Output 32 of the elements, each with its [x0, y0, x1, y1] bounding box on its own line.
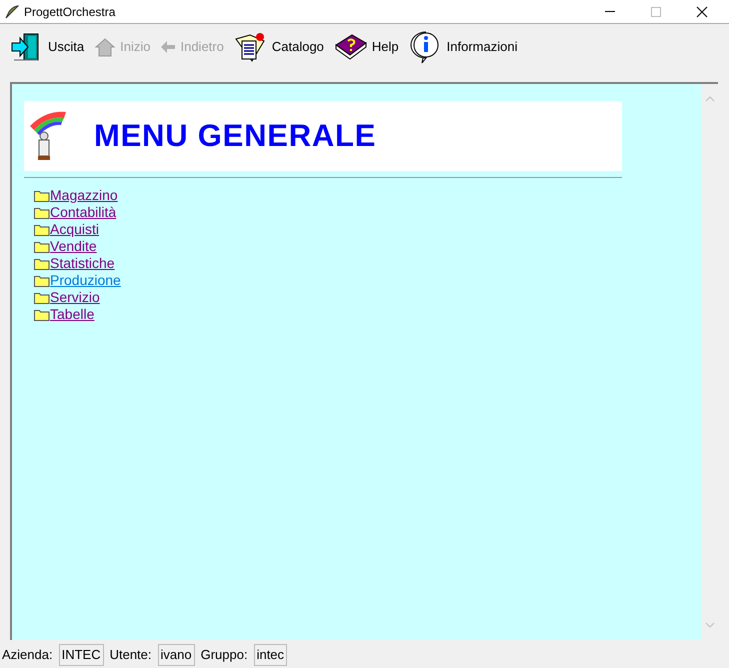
- folder-icon: [34, 274, 50, 286]
- feather-icon: [4, 4, 20, 20]
- folder-icon: [34, 190, 50, 202]
- left-arrow-icon: [160, 40, 176, 54]
- menu-link[interactable]: Statistiche: [50, 255, 115, 272]
- status-value: ivano: [158, 644, 195, 666]
- folder-icon: [34, 240, 50, 252]
- status-label: Utente:: [110, 646, 152, 664]
- menu-link[interactable]: Magazzino: [50, 187, 118, 204]
- folder-icon: [34, 258, 50, 270]
- page-heading: MENU GENERALE: [94, 116, 376, 155]
- status-value: INTEC: [58, 644, 104, 666]
- status-value: intec: [254, 644, 288, 666]
- window-title: ProgettOrchestra: [24, 4, 116, 20]
- menu-link[interactable]: Produzione: [50, 272, 121, 289]
- folder-icon: [34, 206, 50, 218]
- toolbar-button[interactable]: Uscita: [8, 27, 86, 67]
- menu-link[interactable]: Vendite: [50, 238, 97, 255]
- menu-link[interactable]: Tabelle: [50, 306, 94, 323]
- menu-link[interactable]: Servizio: [50, 289, 100, 306]
- status-label: Gruppo:: [200, 646, 248, 664]
- menu-link[interactable]: Acquisti: [50, 221, 100, 238]
- toolbar-button[interactable]: Informazioni: [406, 27, 520, 67]
- close-icon: [696, 6, 708, 18]
- house-icon: [94, 36, 116, 58]
- folder-icon: [34, 224, 50, 236]
- status-label: Azienda:: [2, 646, 53, 664]
- menu-link[interactable]: Contabilità: [50, 204, 116, 221]
- toolbar-button[interactable]: Catalogo: [232, 27, 326, 67]
- toolbar-button[interactable]: Help: [332, 27, 401, 67]
- folder-icon: [34, 308, 50, 320]
- folder-icon: [34, 292, 50, 304]
